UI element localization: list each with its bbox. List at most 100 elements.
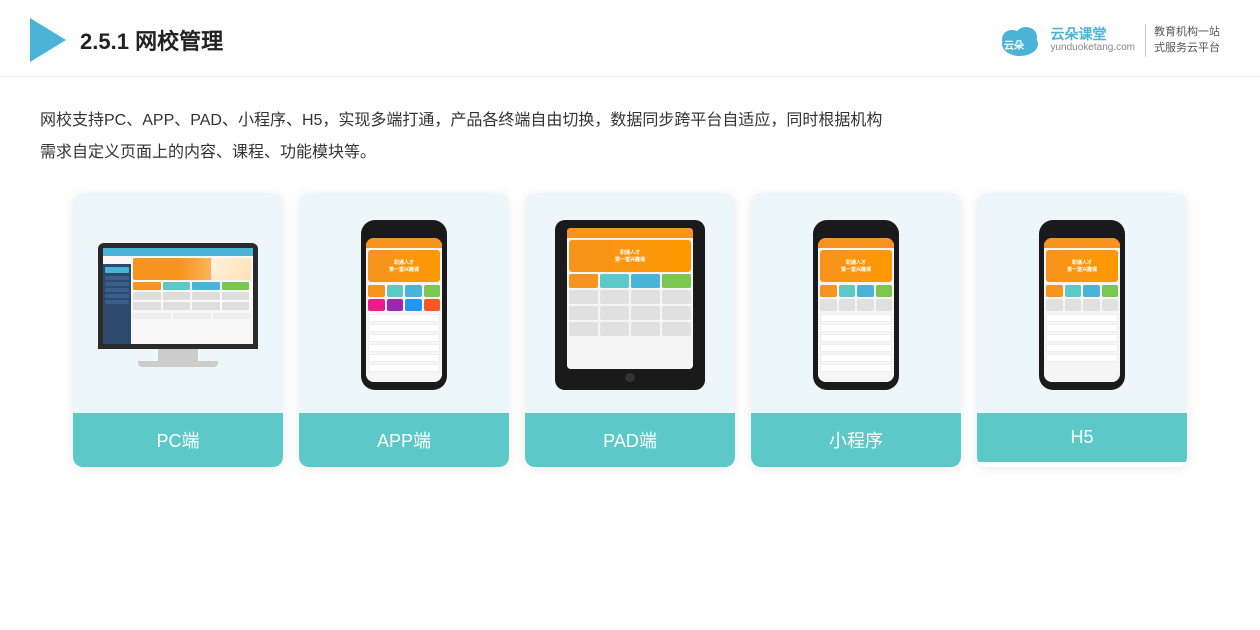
app-icon-1 bbox=[368, 285, 385, 297]
mini-icon-7 bbox=[857, 299, 874, 311]
card-miniprogram: 职通人才第一堂兴趣课 bbox=[751, 193, 961, 467]
pc-banner bbox=[133, 258, 251, 280]
pad-body: 职通人才第一堂兴趣课 bbox=[555, 220, 705, 390]
pad-home-button bbox=[625, 373, 635, 382]
mini-icon-5 bbox=[820, 299, 837, 311]
mini-icon-2 bbox=[839, 285, 856, 297]
monitor bbox=[98, 243, 258, 349]
phone-h5-body: 职通人才第一堂兴趣课 bbox=[1039, 220, 1125, 390]
pc-grid bbox=[133, 282, 251, 310]
mini-course-4 bbox=[820, 344, 892, 352]
pc-main-area bbox=[131, 256, 253, 321]
pc-top-bar bbox=[103, 248, 253, 256]
phone-app-body: 职通人才第一堂兴趣课 bbox=[361, 220, 447, 390]
phone-mini-screen: 职通人才第一堂兴趣课 bbox=[818, 238, 894, 382]
cloud-logo-icon: 云朵 bbox=[996, 22, 1044, 58]
h5-course-3 bbox=[1046, 334, 1118, 342]
card-pad-image: 职通人才第一堂兴趣课 bbox=[525, 193, 735, 413]
header-left: 2.5.1 网校管理 bbox=[30, 18, 223, 62]
mini-course-3 bbox=[820, 334, 892, 342]
app-icon-8 bbox=[424, 299, 441, 311]
pad-banner: 职通人才第一堂兴趣课 bbox=[569, 240, 691, 272]
app-course-item-1 bbox=[368, 314, 440, 322]
pc-sidebar bbox=[103, 264, 131, 344]
app-course-list bbox=[368, 314, 440, 372]
app-icon-6 bbox=[387, 299, 404, 311]
mini-icon-6 bbox=[839, 299, 856, 311]
pad-screen: 职通人才第一堂兴趣课 bbox=[567, 228, 693, 369]
app-course-item-5 bbox=[368, 354, 440, 362]
h5-icon-3 bbox=[1083, 285, 1100, 297]
main-content: 网校支持PC、APP、PAD、小程序、H5，实现多端打通，产品各终端自由切换，数… bbox=[0, 77, 1260, 487]
card-pc-image bbox=[73, 193, 283, 413]
card-miniprogram-label: 小程序 bbox=[751, 413, 961, 467]
monitor-screen bbox=[103, 248, 253, 344]
h5-course-5 bbox=[1046, 354, 1118, 362]
h5-course-1 bbox=[1046, 314, 1118, 322]
h5-icon-4 bbox=[1102, 285, 1119, 297]
app-icon-4 bbox=[424, 285, 441, 297]
card-h5: 职通人才第一堂兴趣课 bbox=[977, 193, 1187, 467]
brand-text: 云朵课堂 yunduoketang.com bbox=[1050, 26, 1135, 55]
app-screen-content: 职通人才第一堂兴趣课 bbox=[366, 238, 442, 382]
app-icons-grid bbox=[368, 285, 440, 311]
phone-h5-notch bbox=[1068, 228, 1096, 234]
card-pad: 职通人才第一堂兴趣课 bbox=[525, 193, 735, 467]
h5-icon-2 bbox=[1065, 285, 1082, 297]
card-app-image: 职通人才第一堂兴趣课 bbox=[299, 193, 509, 413]
mini-icon-1 bbox=[820, 285, 837, 297]
h5-icon-5 bbox=[1046, 299, 1063, 311]
app-icon-7 bbox=[405, 299, 422, 311]
app-top-bar bbox=[366, 238, 442, 248]
h5-icons-grid bbox=[1046, 285, 1118, 311]
h5-top-bar bbox=[1044, 238, 1120, 248]
pad-top-bar bbox=[567, 228, 693, 238]
card-pc-label: PC端 bbox=[73, 413, 283, 467]
card-pc: PC端 bbox=[73, 193, 283, 467]
app-icon-3 bbox=[405, 285, 422, 297]
card-h5-label: H5 bbox=[977, 413, 1187, 462]
h5-course-4 bbox=[1046, 344, 1118, 352]
h5-banner: 职通人才第一堂兴趣课 bbox=[1046, 250, 1118, 282]
brand-url: yunduoketang.com bbox=[1050, 42, 1135, 54]
phone-mini-device: 职通人才第一堂兴趣课 bbox=[813, 220, 899, 390]
phone-mini-body: 职通人才第一堂兴趣课 bbox=[813, 220, 899, 390]
card-miniprogram-image: 职通人才第一堂兴趣课 bbox=[751, 193, 961, 413]
header: 2.5.1 网校管理 云朵 云朵课堂 yunduoketang.com 教育机构… bbox=[0, 0, 1260, 77]
pad-device: 职通人才第一堂兴趣课 bbox=[555, 220, 705, 390]
app-banner: 职通人才第一堂兴趣课 bbox=[368, 250, 440, 282]
pc-device bbox=[98, 243, 258, 367]
phone-app-screen: 职通人才第一堂兴趣课 bbox=[366, 238, 442, 382]
mini-course-list bbox=[820, 314, 892, 372]
mini-icon-8 bbox=[876, 299, 893, 311]
mini-icon-3 bbox=[857, 285, 874, 297]
monitor-stand bbox=[158, 349, 198, 361]
page-title: 2.5.1 网校管理 bbox=[80, 24, 223, 56]
monitor-base bbox=[138, 361, 218, 367]
app-course-item-3 bbox=[368, 334, 440, 342]
h5-screen-content: 职通人才第一堂兴趣课 bbox=[1044, 238, 1120, 382]
h5-course-list bbox=[1046, 314, 1118, 362]
mini-screen-content: 职通人才第一堂兴趣课 bbox=[818, 238, 894, 382]
mini-course-2 bbox=[820, 324, 892, 332]
app-course-item-4 bbox=[368, 344, 440, 352]
mini-course-5 bbox=[820, 354, 892, 362]
logo-triangle-icon bbox=[30, 18, 66, 62]
brand-name: 云朵课堂 bbox=[1050, 26, 1106, 43]
card-app-label: APP端 bbox=[299, 413, 509, 467]
card-h5-image: 职通人才第一堂兴趣课 bbox=[977, 193, 1187, 413]
h5-icon-8 bbox=[1102, 299, 1119, 311]
mini-banner: 职通人才第一堂兴趣课 bbox=[820, 250, 892, 282]
phone-app-device: 职通人才第一堂兴趣课 bbox=[361, 220, 447, 390]
card-app: 职通人才第一堂兴趣课 bbox=[299, 193, 509, 467]
h5-icon-6 bbox=[1065, 299, 1082, 311]
app-icon-2 bbox=[387, 285, 404, 297]
mini-icons-grid bbox=[820, 285, 892, 311]
mini-top-bar bbox=[818, 238, 894, 248]
app-icon-5 bbox=[368, 299, 385, 311]
phone-h5-screen: 职通人才第一堂兴趣课 bbox=[1044, 238, 1120, 382]
phone-h5-device: 职通人才第一堂兴趣课 bbox=[1039, 220, 1125, 390]
h5-course-2 bbox=[1046, 324, 1118, 332]
card-pad-label: PAD端 bbox=[525, 413, 735, 467]
app-course-item-6 bbox=[368, 364, 440, 372]
